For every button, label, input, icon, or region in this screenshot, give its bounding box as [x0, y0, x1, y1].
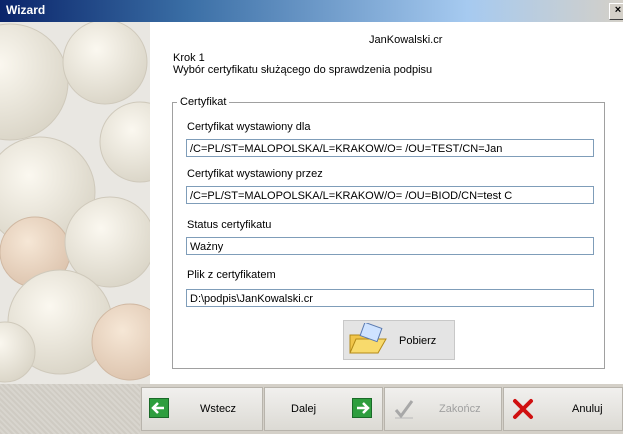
- issued-for-label: Certyfikat wystawiony dla: [187, 121, 311, 133]
- file-label: Plik z certyfikatem: [187, 269, 276, 281]
- back-button-label: Wstecz: [200, 403, 237, 415]
- bottom-pattern: [0, 384, 140, 434]
- coins-image: [0, 22, 150, 384]
- next-button-label: Dalej: [291, 403, 317, 415]
- finish-button-label: Zakończ: [439, 403, 481, 415]
- title-bar: Wizard ×: [0, 0, 623, 22]
- window-title: Wizard: [6, 3, 46, 17]
- checkmark-icon: [394, 400, 414, 419]
- arrow-left-icon: [149, 398, 169, 418]
- back-button[interactable]: Wstecz: [141, 387, 263, 431]
- step-description: Wybór certyfikatu służącego do sprawdzen…: [173, 64, 433, 76]
- folder-icon: [349, 323, 387, 354]
- status-field[interactable]: Ważny: [186, 237, 594, 255]
- fetch-button[interactable]: Pobierz: [343, 320, 455, 360]
- issued-for-field[interactable]: /C=PL/ST=MALOPOLSKA/L=KRAKOW/O= /OU=TEST…: [186, 139, 594, 157]
- finish-button[interactable]: Zakończ: [384, 387, 502, 431]
- certificate-filename: JanKowalski.cr: [369, 34, 443, 46]
- groupbox-legend: Certyfikat: [177, 96, 230, 108]
- cancel-button[interactable]: Anuluj: [503, 387, 623, 431]
- close-button[interactable]: ×: [609, 3, 623, 20]
- wizard-window: Wizard × JanKowalski.cr Krok 1 Wybór cer…: [0, 0, 623, 434]
- issued-by-label: Certyfikat wystawiony przez: [187, 168, 323, 180]
- step-label: Krok 1: [173, 52, 205, 64]
- next-button[interactable]: Dalej: [264, 387, 383, 431]
- issued-by-field[interactable]: /C=PL/ST=MALOPOLSKA/L=KRAKOW/O= /OU=BIOD…: [186, 186, 594, 204]
- file-path-field[interactable]: D:\podpis\JanKowalski.cr: [186, 289, 594, 307]
- button-bar: Wstecz Dalej Zakończ Anuluj: [0, 384, 623, 434]
- cancel-button-label: Anuluj: [572, 403, 603, 415]
- arrow-right-icon: [352, 398, 372, 418]
- fetch-button-label: Pobierz: [399, 335, 437, 347]
- status-label: Status certyfikatu: [187, 219, 272, 231]
- cancel-x-icon: [513, 399, 533, 419]
- content-panel: JanKowalski.cr Krok 1 Wybór certyfikatu …: [150, 22, 623, 384]
